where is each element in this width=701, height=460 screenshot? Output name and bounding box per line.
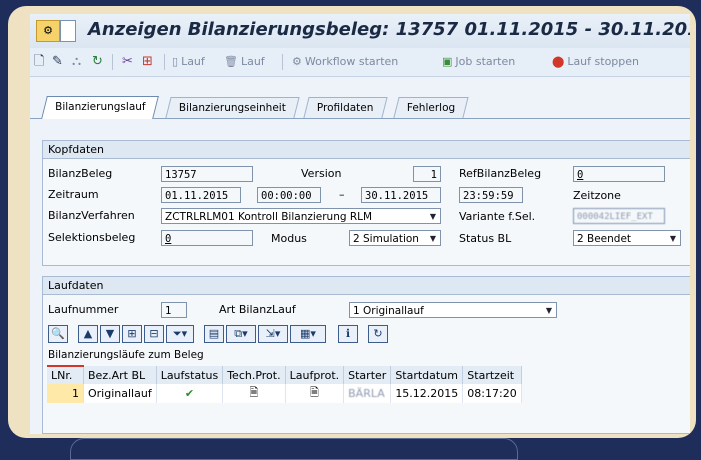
column-header[interactable]: Startdatum: [390, 366, 464, 384]
group-header: Laufdaten: [43, 277, 690, 295]
layout-icon[interactable]: ▦▾: [290, 325, 326, 343]
tab-bilanzierungseinheit[interactable]: Bilanzierungseinheit: [165, 97, 300, 118]
date-from-field[interactable]: 01.11.2015: [161, 187, 241, 203]
cell-bez-art[interactable]: Originallauf: [83, 384, 157, 403]
label-status-bl: Status BL: [459, 232, 512, 245]
title-bar: ⚙ Anzeigen Bilanzierungsbeleg: 13757 01.…: [30, 14, 690, 48]
bilanzverfahren-select[interactable]: ZCTRLRLM01 Kontroll Bilanzierung RLM: [161, 208, 441, 224]
print-icon[interactable]: ▤: [204, 325, 224, 343]
column-header[interactable]: Starter: [343, 366, 392, 384]
selektionsbeleg-field[interactable]: 0: [161, 230, 253, 246]
label-refbilanzbeleg: RefBilanzBeleg: [459, 167, 542, 180]
application-toolbar: 🗋 ✎ ⛬ ↻ ✂ ⊞ ▯ Lauf 🗑 Lauf ⚙ Workflow starte…: [30, 48, 690, 77]
table-row[interactable]: 1 Originallauf ✔ 🗎 🗎 BÄRLA 15.12.2015 08…: [47, 384, 522, 403]
hierarchy-icon[interactable]: ⛬: [72, 53, 81, 71]
label-selektionsbeleg: Selektionsbeleg: [48, 231, 136, 244]
views-icon[interactable]: ⧉▾: [226, 325, 256, 343]
filter-icon[interactable]: ⏷▾: [166, 325, 194, 343]
tab-bilanzierungslauf[interactable]: Bilanzierungslauf: [41, 96, 160, 119]
art-bilanzlauf-select[interactable]: 1 Originallauf: [349, 302, 557, 318]
column-header[interactable]: Laufprot.: [285, 366, 345, 384]
modus-select[interactable]: 2 Simulation: [349, 230, 441, 246]
label-variante: Variante f.Sel.: [459, 210, 536, 223]
workflow-start-button[interactable]: ⚙ Workflow starten: [292, 53, 398, 71]
page-icon: ▯: [172, 55, 179, 68]
find-icon[interactable]: ⊞: [122, 325, 142, 343]
hierarchy-tree-icon[interactable]: ⊞: [142, 53, 153, 71]
status-bl-select[interactable]: 2 Beendet: [573, 230, 681, 246]
version-field[interactable]: 1: [413, 166, 441, 182]
kopfdaten-group: Kopfdaten BilanzBeleg 13757 Version 1 Re…: [42, 140, 690, 266]
tools-icon[interactable]: ✂: [122, 53, 133, 71]
job-icon: ▣: [442, 55, 453, 68]
laufdaten-group: Laufdaten Laufnummer 1 Art BilanzLauf 1 …: [42, 276, 690, 434]
grid-toolbar: 🔍 ▲ ▼ ⊞ ⊟ ⏷▾ ▤ ⧉▾ ⇲▾ ▦▾ ℹ ↻: [48, 325, 468, 343]
column-header[interactable]: Tech.Prot.: [222, 366, 286, 384]
cell-starter[interactable]: BÄRLA: [343, 384, 392, 403]
new-document-icon[interactable]: 🗋: [34, 53, 44, 71]
bottom-overlay-panel: [70, 438, 518, 460]
sort-ascending-icon[interactable]: ▲: [78, 325, 98, 343]
trash-icon: 🗑: [224, 55, 238, 68]
label-art-bilanzlauf: Art BilanzLauf: [219, 303, 296, 316]
label-zeitraum: Zeitraum: [48, 188, 99, 201]
menu-dropdown-button[interactable]: [60, 20, 76, 42]
details-icon[interactable]: 🔍: [48, 325, 68, 343]
column-header[interactable]: Laufstatus: [156, 366, 224, 384]
tab-fehlerlog[interactable]: Fehlerlog: [393, 97, 469, 118]
job-start-button[interactable]: ▣ Job starten: [442, 53, 515, 71]
stop-run-button[interactable]: ⬤ Lauf stoppen: [552, 53, 639, 71]
info-icon[interactable]: ℹ: [338, 325, 358, 343]
group-header: Kopfdaten: [43, 141, 690, 159]
stop-icon: ⬤: [552, 55, 565, 68]
pencil-icon[interactable]: ✎: [52, 53, 63, 71]
range-dash: –: [339, 188, 345, 201]
toolbar-separator: [164, 54, 165, 70]
runs-table: LNr. Bez.Art BL Laufstatus Tech.Prot. La…: [47, 365, 522, 403]
column-header[interactable]: Bez.Art BL: [83, 366, 157, 384]
checkmark-icon[interactable]: ✔: [156, 384, 224, 403]
column-header[interactable]: Startzeit: [462, 366, 522, 384]
tab-profildaten[interactable]: Profildaten: [303, 97, 388, 118]
find-next-icon[interactable]: ⊟: [144, 325, 164, 343]
bilanzbeleg-field[interactable]: 13757: [161, 166, 253, 182]
laufnummer-field[interactable]: 1: [161, 302, 187, 318]
export-icon[interactable]: ⇲▾: [258, 325, 288, 343]
toolbar-separator: [282, 54, 283, 70]
toolbar-separator: [112, 54, 113, 70]
cell-startzeit[interactable]: 08:17:20: [462, 384, 522, 403]
table-header-row: LNr. Bez.Art BL Laufstatus Tech.Prot. La…: [47, 365, 522, 384]
time-from-field[interactable]: 00:00:00: [257, 187, 321, 203]
label-bilanzbeleg: BilanzBeleg: [48, 167, 113, 180]
sort-descending-icon[interactable]: ▼: [100, 325, 120, 343]
label-modus: Modus: [271, 232, 307, 245]
cell-startdatum[interactable]: 15.12.2015: [390, 384, 464, 403]
refbilanzbeleg-field[interactable]: 0: [573, 166, 665, 182]
variante-field[interactable]: 000042LIEF_EXT: [573, 208, 665, 224]
cell-lnr[interactable]: 1: [47, 384, 84, 403]
column-header[interactable]: LNr.: [47, 365, 84, 384]
time-to-field[interactable]: 23:59:59: [459, 187, 523, 203]
app-menu-icon[interactable]: ⚙: [36, 20, 60, 42]
refresh-grid-icon[interactable]: ↻: [368, 325, 388, 343]
label-version: Version: [301, 167, 342, 180]
workflow-icon: ⚙: [292, 55, 302, 68]
lauf-new-button[interactable]: ▯ Lauf: [172, 53, 205, 71]
tab-strip: Bilanzierungslauf Bilanzierungseinheit P…: [30, 94, 690, 119]
label-laufnummer: Laufnummer: [48, 303, 119, 316]
label-zeitzone: Zeitzone: [573, 189, 621, 202]
label-bilanzverfahren: BilanzVerfahren: [48, 209, 135, 222]
table-title: Bilanzierungsläufe zum Beleg: [48, 349, 204, 361]
sap-window: ⚙ Anzeigen Bilanzierungsbeleg: 13757 01.…: [30, 14, 690, 434]
protocol-icon[interactable]: 🗎: [285, 384, 345, 403]
refresh-icon[interactable]: ↻: [92, 53, 103, 71]
protocol-icon[interactable]: 🗎: [222, 384, 286, 403]
date-to-field[interactable]: 30.11.2015: [361, 187, 441, 203]
lauf-delete-button[interactable]: 🗑 Lauf: [224, 53, 265, 71]
window-title: Anzeigen Bilanzierungsbeleg: 13757 01.11…: [88, 19, 690, 40]
